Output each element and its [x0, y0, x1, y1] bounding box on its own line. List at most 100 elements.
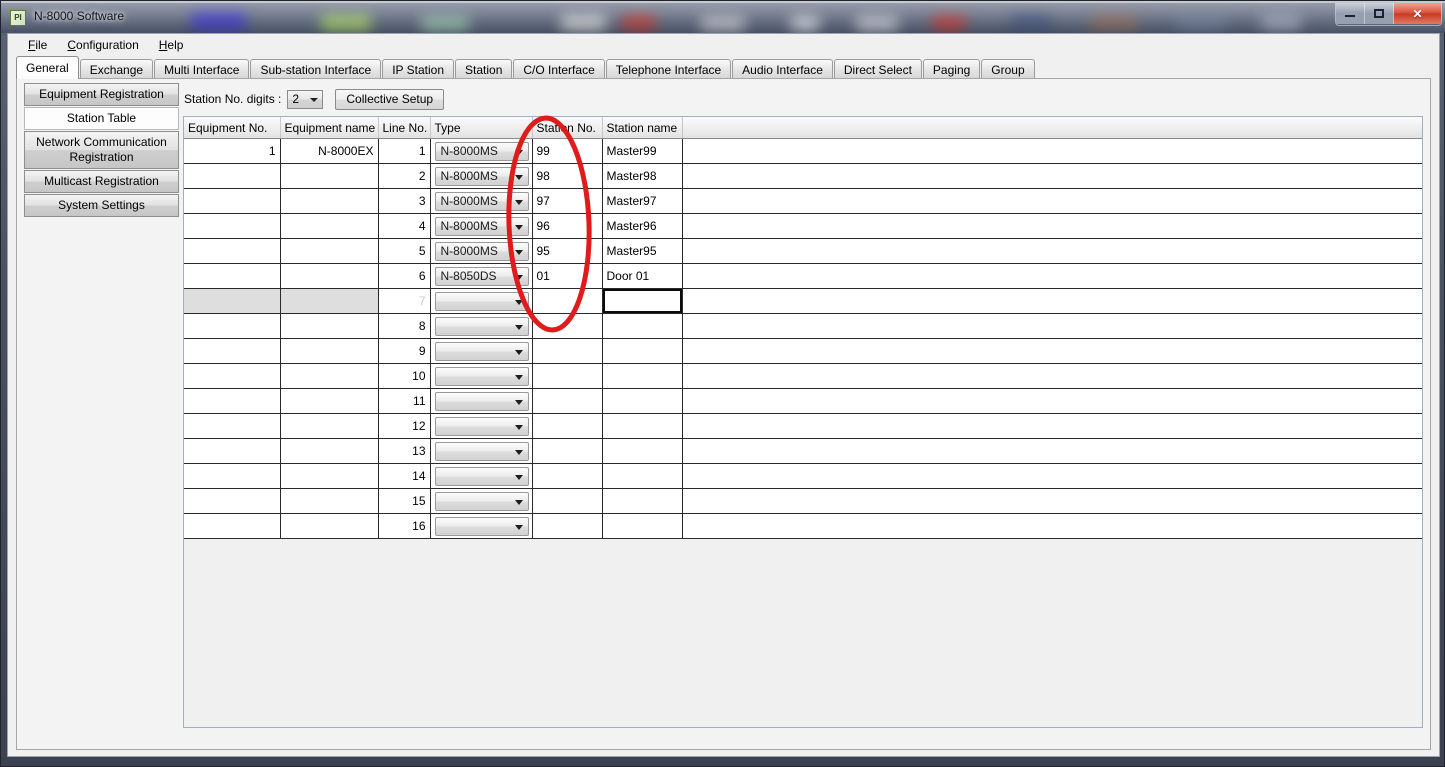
cell-station-name[interactable]: Master96 — [602, 213, 683, 239]
table-header-cell[interactable]: Type — [430, 117, 533, 139]
table-row[interactable]: 16 — [184, 513, 1422, 539]
cell-equipment-no[interactable] — [184, 188, 281, 214]
cell-line-no[interactable]: 13 — [378, 438, 431, 464]
table-header-cell[interactable]: Line No. — [378, 117, 431, 139]
cell-type[interactable] — [430, 438, 533, 464]
cell-line-no[interactable]: 16 — [378, 513, 431, 539]
cell-equipment-no[interactable] — [184, 313, 281, 339]
menu-help[interactable]: Help — [149, 35, 194, 55]
table-row[interactable]: 13 — [184, 438, 1422, 464]
cell-equipment-name[interactable] — [280, 488, 379, 514]
sidebar-item-system-settings[interactable]: System Settings — [24, 194, 179, 217]
cell-type[interactable] — [430, 313, 533, 339]
table-row[interactable]: 8 — [184, 313, 1422, 339]
cell-line-no[interactable]: 9 — [378, 338, 431, 364]
cell-station-no[interactable]: 99 — [532, 138, 603, 164]
cell-equipment-name[interactable] — [280, 188, 379, 214]
cell-equipment-no[interactable] — [184, 263, 281, 289]
cell-line-no[interactable]: 11 — [378, 388, 431, 414]
tab-group[interactable]: Group — [981, 59, 1035, 79]
cell-type[interactable] — [430, 338, 533, 364]
tab-direct-select[interactable]: Direct Select — [833, 59, 922, 79]
table-row[interactable]: 1 N-8000EX 1 N-8000MS 99 Master99 — [184, 138, 1422, 164]
cell-type[interactable]: N-8050DS — [430, 263, 533, 289]
cell-equipment-name[interactable] — [280, 313, 379, 339]
sidebar-item-station-table[interactable]: Station Table — [24, 107, 179, 130]
type-dropdown[interactable] — [434, 291, 529, 311]
cell-station-no[interactable] — [532, 363, 603, 389]
cell-station-name[interactable] — [602, 413, 683, 439]
sidebar-item-multicast-registration[interactable]: Multicast Registration — [24, 170, 179, 193]
table-row[interactable]: 14 — [184, 463, 1422, 489]
cell-station-name[interactable] — [602, 313, 683, 339]
cell-station-name[interactable] — [602, 438, 683, 464]
tab-multi-interface[interactable]: Multi Interface — [154, 59, 250, 79]
cell-equipment-no[interactable] — [184, 363, 281, 389]
type-dropdown[interactable] — [434, 491, 529, 511]
cell-station-no[interactable] — [532, 463, 603, 489]
cell-equipment-name[interactable] — [280, 413, 379, 439]
cell-line-no[interactable]: 8 — [378, 313, 431, 339]
cell-station-no[interactable] — [532, 313, 603, 339]
table-row[interactable]: 2 N-8000MS 98 Master98 — [184, 163, 1422, 189]
cell-line-no[interactable]: 10 — [378, 363, 431, 389]
cell-type[interactable] — [430, 288, 533, 314]
table-header-cell[interactable]: Equipment name — [280, 117, 379, 139]
table-row[interactable]: 3 N-8000MS 97 Master97 — [184, 188, 1422, 214]
cell-equipment-no[interactable] — [184, 338, 281, 364]
cell-station-no[interactable]: 98 — [532, 163, 603, 189]
table-header-cell[interactable]: Equipment No. — [184, 117, 281, 139]
cell-equipment-no[interactable]: 1 — [184, 138, 281, 164]
type-dropdown[interactable] — [434, 366, 529, 386]
table-row[interactable]: 4 N-8000MS 96 Master96 — [184, 213, 1422, 239]
menu-configuration[interactable]: Configuration — [57, 35, 148, 55]
cell-station-no[interactable]: 96 — [532, 213, 603, 239]
tab-audio-interface[interactable]: Audio Interface — [732, 59, 833, 79]
table-header-cell[interactable]: Station name — [602, 117, 683, 139]
cell-station-name[interactable] — [602, 363, 683, 389]
cell-equipment-no[interactable] — [184, 163, 281, 189]
cell-station-no[interactable] — [532, 413, 603, 439]
tab-paging[interactable]: Paging — [922, 59, 981, 79]
cell-line-no[interactable]: 15 — [378, 488, 431, 514]
cell-equipment-no[interactable] — [184, 413, 281, 439]
cell-station-name[interactable]: Master99 — [602, 138, 683, 164]
sidebar-item-equipment-registration[interactable]: Equipment Registration — [24, 83, 179, 106]
cell-equipment-name[interactable] — [280, 213, 379, 239]
cell-type[interactable] — [430, 488, 533, 514]
cell-station-name[interactable]: Door 01 — [602, 263, 683, 289]
cell-station-no[interactable] — [532, 388, 603, 414]
cell-type[interactable] — [430, 463, 533, 489]
cell-station-no[interactable]: 01 — [532, 263, 603, 289]
cell-station-no[interactable] — [532, 288, 603, 314]
cell-station-no[interactable] — [532, 338, 603, 364]
cell-equipment-name[interactable] — [280, 238, 379, 264]
cell-station-no[interactable]: 97 — [532, 188, 603, 214]
cell-equipment-name[interactable] — [280, 463, 379, 489]
table-row[interactable]: 15 — [184, 488, 1422, 514]
type-dropdown[interactable] — [434, 341, 529, 361]
cell-equipment-no[interactable] — [184, 513, 281, 539]
cell-equipment-name[interactable] — [280, 288, 379, 314]
cell-station-name[interactable]: Master97 — [602, 188, 683, 214]
cell-type[interactable]: N-8000MS — [430, 138, 533, 164]
cell-line-no[interactable]: 7 — [378, 288, 431, 314]
table-row[interactable]: 5 N-8000MS 95 Master95 — [184, 238, 1422, 264]
type-dropdown[interactable]: N-8000MS — [434, 141, 529, 161]
table-row[interactable]: 11 — [184, 388, 1422, 414]
cell-type[interactable]: N-8000MS — [430, 188, 533, 214]
tab-station[interactable]: Station — [455, 59, 513, 79]
cell-type[interactable] — [430, 388, 533, 414]
tab-general[interactable]: General — [16, 56, 79, 79]
type-dropdown[interactable]: N-8000MS — [434, 166, 529, 186]
close-button[interactable]: ✕ — [1394, 3, 1441, 24]
cell-line-no[interactable]: 2 — [378, 163, 431, 189]
cell-type[interactable]: N-8000MS — [430, 238, 533, 264]
cell-type[interactable] — [430, 413, 533, 439]
cell-line-no[interactable]: 6 — [378, 263, 431, 289]
cell-station-name[interactable] — [602, 513, 683, 539]
table-row[interactable]: 12 — [184, 413, 1422, 439]
cell-station-name[interactable] — [602, 388, 683, 414]
cell-station-name[interactable] — [602, 288, 683, 314]
cell-line-no[interactable]: 12 — [378, 413, 431, 439]
